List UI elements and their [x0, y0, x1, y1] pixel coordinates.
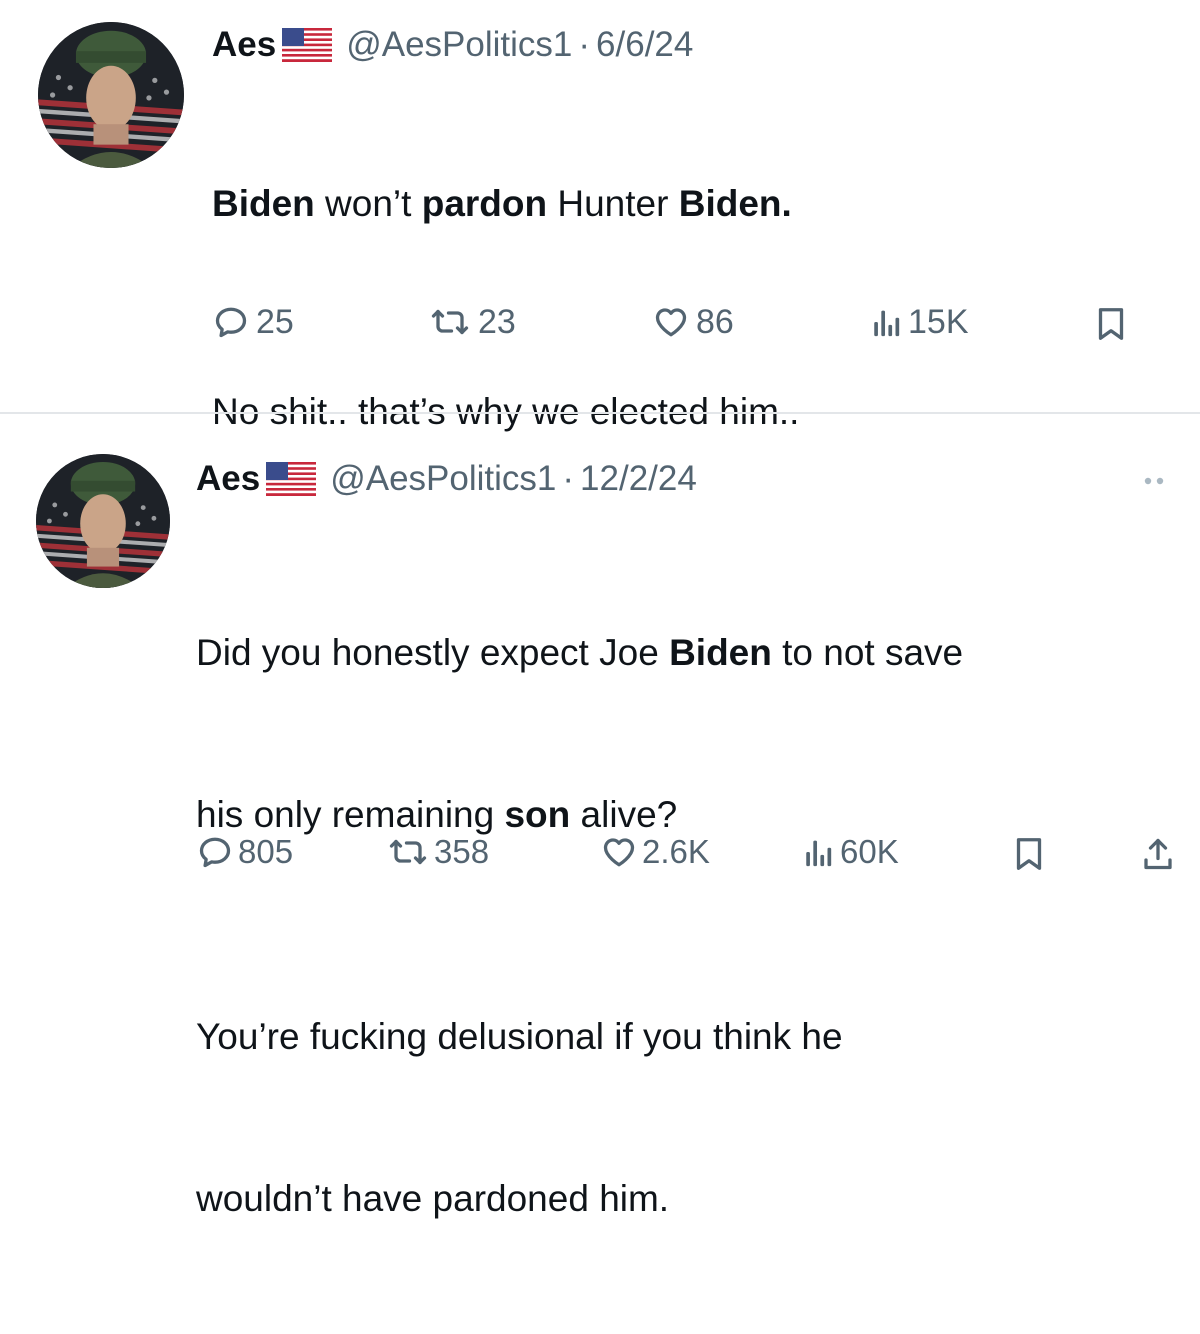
bookmark-button[interactable] [1012, 834, 1046, 874]
tweet-paragraph: Biden won’t pardon Hunter Biden. [212, 180, 799, 228]
separator-dot: · [562, 459, 575, 498]
reply-button[interactable]: 805 [196, 832, 293, 872]
views-icon [806, 840, 832, 867]
repost-button[interactable]: 358 [386, 832, 489, 872]
repost-icon [389, 839, 427, 865]
share-icon [1144, 838, 1172, 870]
repost-count: 358 [434, 833, 490, 870]
bold-text: Biden [669, 632, 772, 673]
bookmark-icon [1098, 308, 1124, 340]
tweet-line: You’re fucking delusional if you think h… [196, 1016, 843, 1057]
tweet[interactable]: Aes @AesPolitics1 · 6/6/24 Biden won’t p… [0, 0, 1200, 432]
text-segment: to not save [771, 632, 964, 673]
repost-icon [431, 309, 469, 335]
text-segment: his only remaining [196, 794, 505, 835]
text-segment: Did you honestly expect Joe [196, 632, 670, 673]
reply-count: 805 [238, 833, 294, 870]
like-button[interactable]: 2.6K [600, 832, 710, 872]
tweet-date[interactable]: 12/2/24 [580, 459, 697, 499]
views-icon [874, 310, 900, 337]
tweet-line: Did you honestly expect Joe Biden to not… [196, 626, 963, 680]
avatar[interactable] [38, 22, 184, 168]
author-name[interactable]: Aes [196, 459, 260, 499]
bookmark-icon [1016, 838, 1042, 870]
like-icon [655, 308, 687, 337]
tweet-header: Aes @AesPolitics1 · 12/2/24 [196, 456, 697, 502]
tweet-date[interactable]: 6/6/24 [596, 25, 693, 65]
avatar[interactable] [36, 454, 170, 588]
author-handle[interactable]: @AesPolitics1 [330, 459, 556, 499]
views-count: 60K [840, 833, 899, 870]
bold-text: Biden. [678, 183, 792, 224]
bold-text: son [504, 794, 571, 835]
tweet-text: Did you honestly expect Joe Biden to not… [196, 518, 963, 1334]
reply-icon [199, 837, 231, 868]
author-name[interactable]: Aes [212, 25, 276, 65]
tweet-header: Aes @AesPolitics1 · 6/6/24 [212, 22, 693, 68]
views-button[interactable]: 15K [872, 302, 969, 342]
like-count: 86 [696, 302, 734, 341]
more-icon[interactable] [1142, 474, 1168, 488]
tweet[interactable]: Aes @AesPolitics1 · 12/2/24 Did you hone… [0, 420, 1200, 1219]
repost-count: 23 [478, 302, 516, 341]
separator-dot: · [578, 25, 591, 64]
us-flag-icon [266, 462, 317, 496]
like-icon [603, 838, 635, 867]
views-count: 15K [908, 302, 969, 341]
share-button[interactable] [1142, 834, 1174, 874]
reply-button[interactable]: 25 [212, 302, 294, 342]
repost-button[interactable]: 23 [428, 302, 516, 342]
author-handle[interactable]: @AesPolitics1 [346, 25, 572, 65]
reply-count: 25 [256, 302, 294, 341]
text-segment: Hunter [547, 183, 679, 224]
bookmark-button[interactable] [1094, 304, 1128, 344]
like-button[interactable]: 86 [652, 302, 734, 342]
reply-icon [215, 307, 247, 338]
text-segment: won’t [314, 183, 422, 224]
bold-text: pardon [421, 183, 548, 224]
text-segment: alive? [570, 794, 678, 835]
views-button[interactable]: 60K [804, 832, 899, 872]
tweet-divider [0, 412, 1200, 414]
like-count: 2.6K [642, 833, 710, 870]
tweet-line: wouldn’t have pardoned him. [196, 1178, 670, 1219]
bold-text: Biden [212, 183, 315, 224]
us-flag-icon [282, 28, 333, 62]
